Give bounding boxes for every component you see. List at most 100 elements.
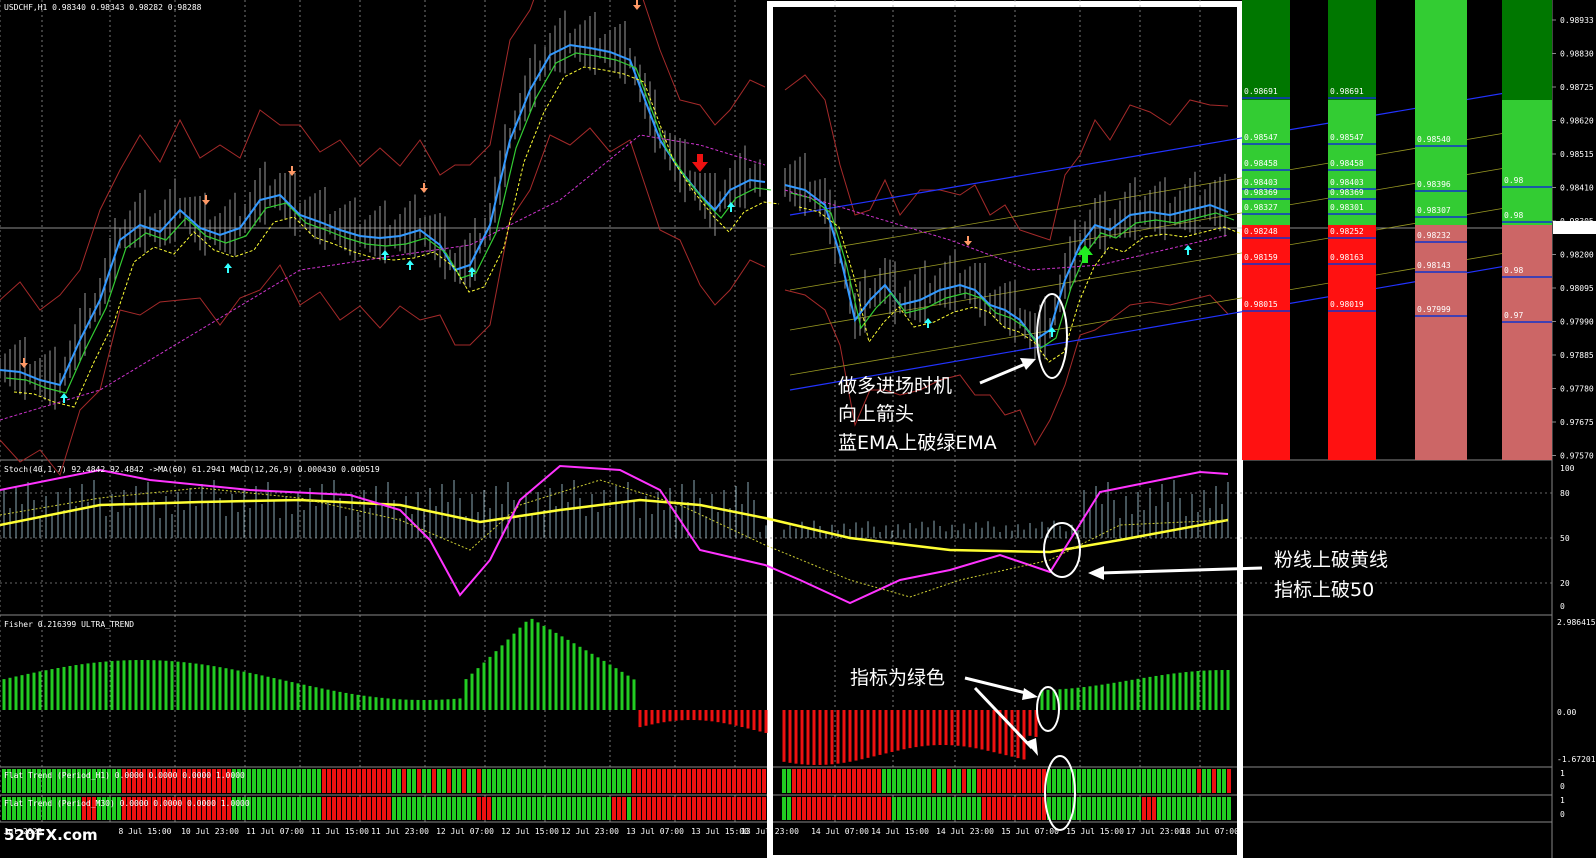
flat-trend-bar: [852, 797, 856, 820]
flat-trend-bar: [1117, 797, 1121, 820]
flat-trend-bar: [412, 769, 416, 793]
flat-trend-bar: [1182, 769, 1186, 793]
flat-trend-bar: [1182, 797, 1186, 820]
flat-trend-bar: [422, 797, 426, 820]
flat-trend-bar: [812, 769, 816, 793]
flat-trend-bar: [922, 797, 926, 820]
flat-trend-bar: [252, 797, 256, 820]
flat-trend-bar: [1212, 797, 1216, 820]
flat-trend-bar: [467, 797, 471, 820]
flat-trend-bar: [892, 769, 896, 793]
flat-trend-bar: [487, 797, 491, 820]
flat-trend-bar: [742, 769, 746, 793]
flat-trend-bar: [1082, 769, 1086, 793]
flat-trend-bar: [542, 797, 546, 820]
flat-trend-bar: [327, 797, 331, 820]
flat-trend-bar: [727, 769, 731, 793]
level-label: 0.98458: [1330, 159, 1364, 168]
flat-trend-bar: [1172, 769, 1176, 793]
flat-trend-bar: [1057, 797, 1061, 820]
price-scale-label: 0.98095: [1560, 284, 1594, 293]
flat-trend-bar: [1092, 797, 1096, 820]
time-axis-label: 14 Jul 15:00: [871, 827, 929, 836]
trading-chart[interactable]: 0.986910.985470.984580.984030.983690.983…: [0, 0, 1596, 858]
flat-trend-bar: [482, 769, 486, 793]
flat-trend-bar: [1037, 769, 1041, 793]
flat-trend-bar: [327, 769, 331, 793]
flat-trend-bar: [267, 797, 271, 820]
flat-trend-bar: [1007, 769, 1011, 793]
flat-trend-bar: [1222, 769, 1226, 793]
price-scales: 0.98933 0.98830 0.98725 0.98620 0.98515 0.984…: [1552, 16, 1596, 819]
flat-trend-bar: [1117, 769, 1121, 793]
level-label: 0.97999: [1417, 305, 1451, 314]
flat-trend-bar: [942, 797, 946, 820]
flat-trend-bar: [1082, 797, 1086, 820]
flat-trend-bar: [347, 797, 351, 820]
flat-trend-bar: [982, 797, 986, 820]
flat-scale-label: 1: [1560, 769, 1565, 778]
price-scale-label: 0.98200: [1560, 251, 1594, 260]
level-label: 0.98369: [1330, 188, 1364, 197]
flat-trend-bar: [832, 769, 836, 793]
flat-trend-bar: [842, 769, 846, 793]
fisher-scale-label: 0.00: [1557, 708, 1576, 717]
flat-trend-bar: [947, 797, 951, 820]
flat-trend-bar: [932, 769, 936, 793]
flat-trend-bar: [1207, 797, 1211, 820]
flat-trend-bar: [887, 797, 891, 820]
time-axis-label: 8 Jul 15:00: [119, 827, 172, 836]
flat-trend-bar: [1087, 769, 1091, 793]
flat-trend-bar: [997, 769, 1001, 793]
flat-trend-bar: [292, 797, 296, 820]
level-label: 0.98327: [1244, 203, 1278, 212]
flat-trend-bar: [627, 769, 631, 793]
flat-trend-bar: [897, 797, 901, 820]
flat-trend-bar: [427, 797, 431, 820]
flat-trend-bar: [457, 769, 461, 793]
flat-trend-bar: [437, 797, 441, 820]
flat-trend-bar: [677, 797, 681, 820]
flat-trend-bar: [1122, 769, 1126, 793]
flat-trend-bar: [622, 769, 626, 793]
time-axis-label: 11 Jul 07:00: [246, 827, 304, 836]
flat-trend-bar: [437, 769, 441, 793]
flat-trend-bar: [382, 769, 386, 793]
flat-trend-bar: [1032, 769, 1036, 793]
flat-trend-bar: [702, 769, 706, 793]
flat-trend-bar: [547, 797, 551, 820]
time-axis-label: 14 Jul 23:00: [936, 827, 994, 836]
level-label: 0.98252: [1330, 227, 1364, 236]
price-scale-label: 0.97675: [1560, 418, 1594, 427]
flat-trend-bar: [432, 769, 436, 793]
flat-trend-bar: [757, 769, 761, 793]
flat-trend-bar: [577, 797, 581, 820]
flat-trend-bar: [267, 769, 271, 793]
flat-trend-bar: [647, 769, 651, 793]
flat-trend-bar: [817, 797, 821, 820]
flat-trend-bar: [472, 797, 476, 820]
stoch-scale-label: 80: [1560, 489, 1570, 498]
flat-trend-bar: [1192, 797, 1196, 820]
flat-trend-bar: [272, 769, 276, 793]
flat-trend-bar: [1087, 797, 1091, 820]
flat-trend-bar: [747, 797, 751, 820]
flat-trend-bar: [302, 797, 306, 820]
flat-trend-bar: [557, 769, 561, 793]
flat-trend-bar: [1197, 797, 1201, 820]
stoch-scale-label: 0: [1560, 602, 1565, 611]
flat-trend-bar: [682, 797, 686, 820]
flat-trend-bar: [522, 797, 526, 820]
flat-trend-bar: [587, 797, 591, 820]
flat-trend-bar: [927, 769, 931, 793]
flat-trend-bar: [432, 797, 436, 820]
flat-trend-bar: [362, 769, 366, 793]
flat-trend-bar: [527, 797, 531, 820]
level-label: 0.98307: [1417, 206, 1451, 215]
flat-scale-label: 0: [1560, 810, 1565, 819]
flat-trend-bar: [962, 769, 966, 793]
flat-trend-bar: [1132, 797, 1136, 820]
level-green-top: [1242, 0, 1290, 100]
flat-trend-bar: [837, 769, 841, 793]
flat-trend-bar: [467, 769, 471, 793]
